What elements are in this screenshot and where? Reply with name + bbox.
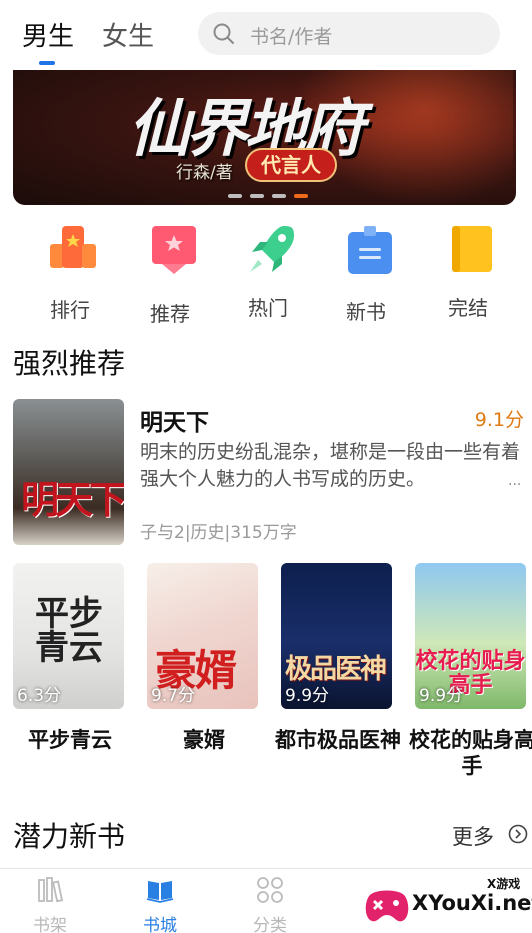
category-grid-icon xyxy=(257,877,283,903)
banner-dot[interactable] xyxy=(272,194,286,198)
recommend-icon xyxy=(152,226,196,274)
banner-author: 行森/著 xyxy=(176,163,233,183)
category-label: 完结 xyxy=(448,296,488,320)
featured-book-score: 9.1分 xyxy=(474,409,524,431)
book-title: 校花的贴身高手 xyxy=(409,728,532,778)
section-title-recommend: 强烈推荐 xyxy=(13,347,126,380)
book-cover: 极品医神 9.9分 xyxy=(281,563,392,709)
rocket-icon xyxy=(250,226,294,272)
book-card[interactable]: 校花的贴身高手 9.9分 校花的贴身高手 xyxy=(409,563,532,778)
featured-cover-text: 明天下 xyxy=(21,477,124,522)
banner-dot[interactable] xyxy=(228,194,242,198)
search-placeholder: 书名/作者 xyxy=(250,26,333,48)
more-link[interactable]: 更多 xyxy=(452,821,494,851)
finished-book-icon xyxy=(452,226,492,272)
nav-bookstore[interactable]: 书城 xyxy=(125,875,195,933)
banner-dot-active[interactable] xyxy=(294,194,308,198)
book-score: 6.3分 xyxy=(17,686,62,706)
section-title-new-books: 潜力新书 xyxy=(13,820,126,853)
category-label: 新书 xyxy=(346,300,386,324)
category-label: 推荐 xyxy=(150,302,190,326)
category-ranking[interactable]: 排行 xyxy=(30,222,110,322)
promo-banner[interactable]: 仙界地府 行森/著 代言人 xyxy=(13,70,516,205)
book-cover-text: 平步青云 xyxy=(35,594,103,668)
book-score: 9.9分 xyxy=(285,686,330,706)
gamepad-logo-icon xyxy=(365,890,409,922)
banner-dot[interactable] xyxy=(250,194,264,198)
chevron-right-circle-icon[interactable] xyxy=(508,824,528,844)
site-watermark: X游戏 XYouXi.net xyxy=(362,875,532,933)
book-cover: 校花的贴身高手 9.9分 xyxy=(415,563,526,709)
tab-male[interactable]: 男生 xyxy=(22,16,74,53)
search-icon xyxy=(213,23,234,44)
category-hot[interactable]: 热门 xyxy=(228,222,308,322)
category-finished[interactable]: 完结 xyxy=(428,222,508,322)
category-recommend[interactable]: 推荐 xyxy=(130,222,210,326)
featured-book-title[interactable]: 明天下 xyxy=(140,403,209,437)
book-cover: 平步青云 6.3分 xyxy=(13,563,124,709)
book-card[interactable]: 平步青云 6.3分 平步青云 xyxy=(13,563,127,752)
book-score: 9.7分 xyxy=(151,686,196,706)
book-title: 豪婿 xyxy=(183,728,225,752)
featured-book-description: 明末的历史纷乱混杂，堪称是一段由一些有着强大个人魅力的人书写成的历史。 xyxy=(140,441,521,490)
watermark-small-text: X游戏 xyxy=(487,877,521,891)
bookstore-icon xyxy=(146,881,174,903)
search-input[interactable]: 书名/作者 xyxy=(198,12,500,55)
book-card[interactable]: 极品医神 9.9分 都市极品医神 xyxy=(275,563,401,752)
tab-female[interactable]: 女生 xyxy=(102,16,154,53)
book-title: 平步青云 xyxy=(28,728,112,752)
bookshelf-icon xyxy=(38,877,64,903)
featured-book-cover[interactable]: 明天下 xyxy=(13,399,124,545)
category-new[interactable]: 新书 xyxy=(326,222,406,324)
featured-book-meta: 子与2|历史|315万字 xyxy=(140,523,297,543)
featured-more-ellipsis: ... xyxy=(508,473,522,489)
banner-badge: 代言人 xyxy=(245,148,337,182)
book-cover: 豪婿 9.7分 xyxy=(147,563,258,709)
top-bar: 男生 女生 书名/作者 xyxy=(0,0,532,66)
nav-label: 书架 xyxy=(33,916,67,933)
active-tab-indicator xyxy=(39,61,55,65)
nav-category[interactable]: 分类 xyxy=(235,875,305,933)
book-score: 9.9分 xyxy=(419,686,464,706)
ranking-icon xyxy=(50,226,96,268)
book-card[interactable]: 豪婿 9.7分 豪婿 xyxy=(147,563,261,752)
watermark-text: XYouXi.net xyxy=(412,891,532,915)
category-label: 热门 xyxy=(248,296,288,320)
nav-label: 书城 xyxy=(143,916,177,933)
category-label: 排行 xyxy=(50,298,90,322)
new-book-icon xyxy=(348,226,392,274)
nav-bookshelf[interactable]: 书架 xyxy=(15,875,85,933)
nav-label: 分类 xyxy=(253,916,287,933)
book-title: 都市极品医神 xyxy=(275,728,401,752)
